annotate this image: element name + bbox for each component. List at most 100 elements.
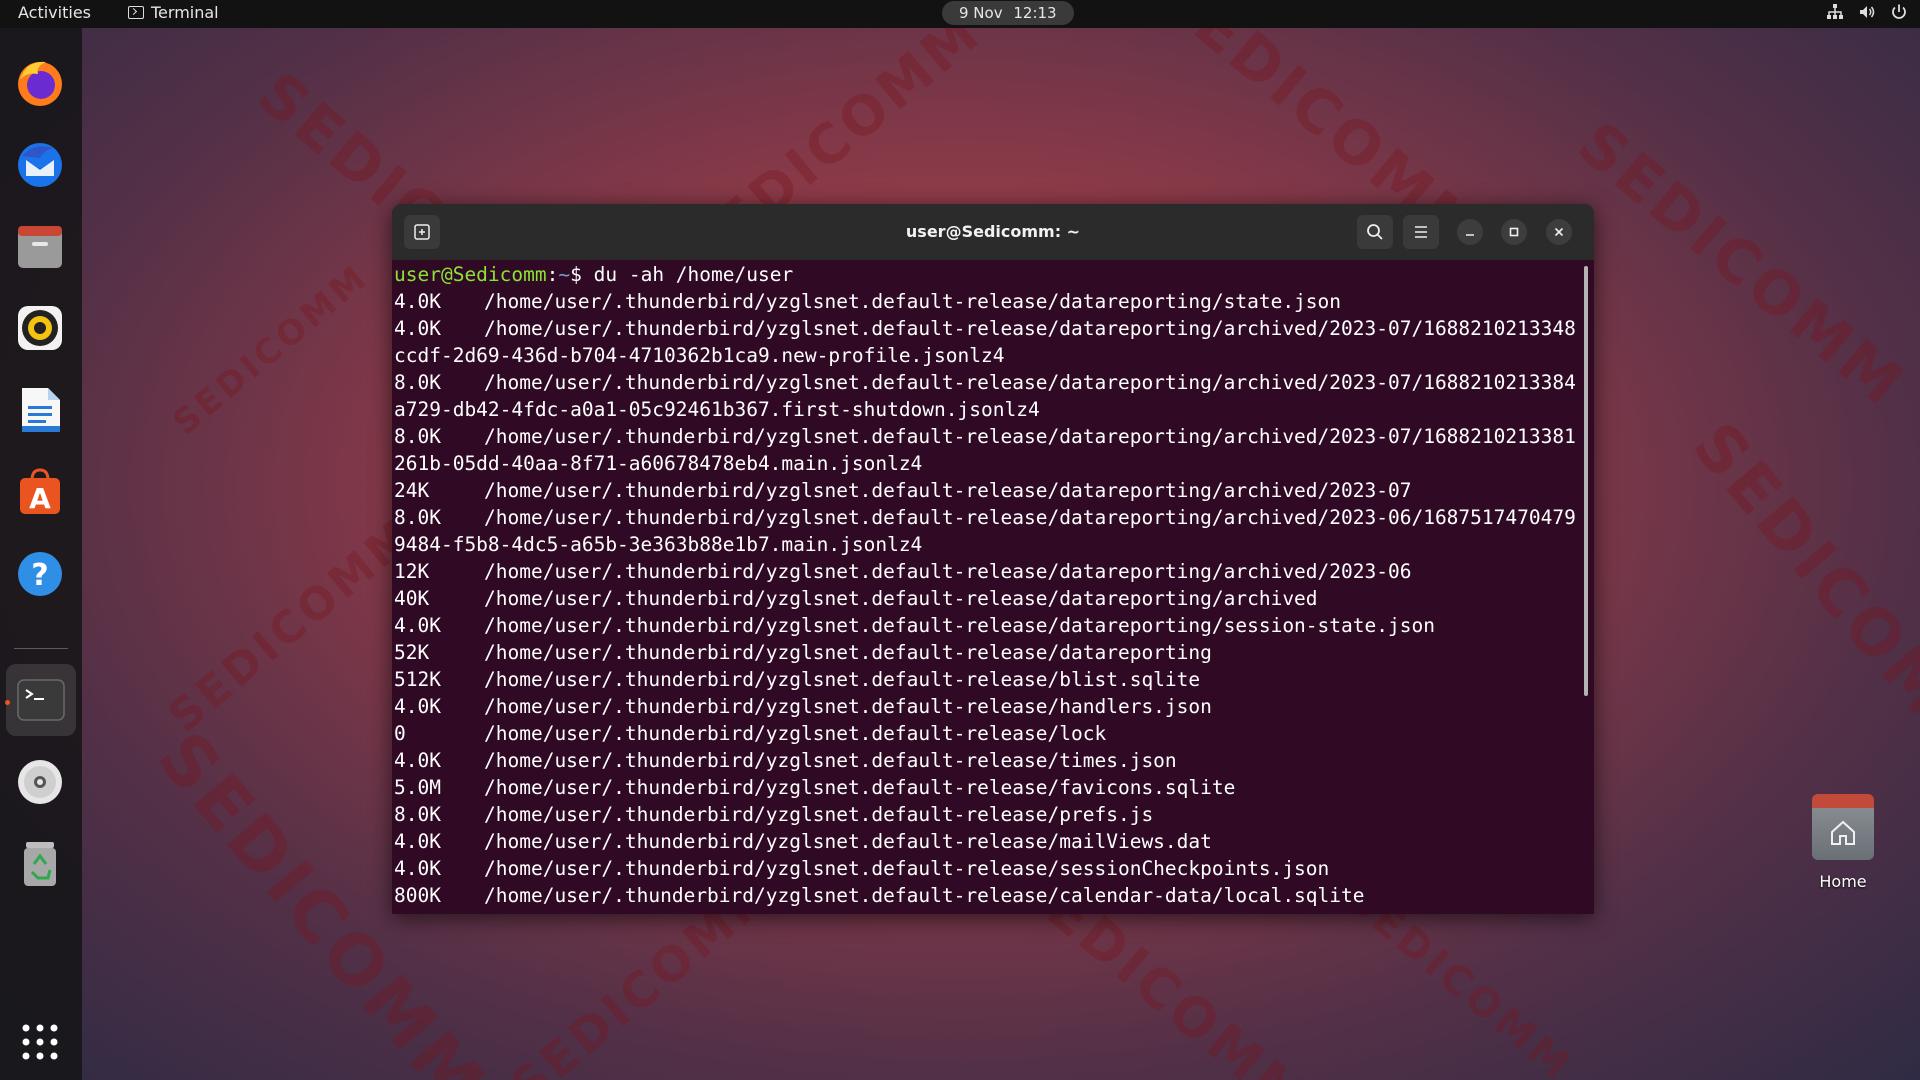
output-size: 4.0K xyxy=(394,695,441,718)
prompt-path: ~ xyxy=(558,263,571,286)
dock-help[interactable]: ? xyxy=(12,546,68,602)
terminal-icon xyxy=(17,679,65,721)
dock-rhythmbox[interactable] xyxy=(12,300,68,356)
dock-app-center[interactable]: A xyxy=(12,464,68,520)
output-line: 8.0K/home/user/.thunderbird/yzglsnet.def… xyxy=(394,504,1578,531)
output-path: ccdf-2d69-436d-b704-4710362b1ca9.new-pro… xyxy=(394,344,1005,367)
output-path: /home/user/.thunderbird/yzglsnet.default… xyxy=(484,560,1412,583)
desktop-home-folder[interactable]: Home xyxy=(1810,794,1876,891)
output-size: 512K xyxy=(394,668,441,691)
terminal-window[interactable]: user@Sedicomm: ~ user@Sedicomm:~$ du -ah… xyxy=(392,204,1594,914)
app-menu[interactable]: Terminal xyxy=(128,3,219,22)
output-size: 0 xyxy=(394,722,406,745)
wallpaper-watermark: SEDICOMM xyxy=(165,256,377,444)
terminal-mini-icon xyxy=(128,6,144,19)
help-icon: ? xyxy=(18,552,62,596)
window-titlebar[interactable]: user@Sedicomm: ~ xyxy=(392,204,1594,260)
system-tray[interactable] xyxy=(1826,3,1908,21)
output-size: 8.0K xyxy=(394,506,441,529)
prompt-user: user@Sedicomm xyxy=(394,263,547,286)
dock-show-apps[interactable] xyxy=(12,1014,68,1070)
clock[interactable]: 9 Nov 12:13 xyxy=(942,1,1074,25)
minimize-button[interactable] xyxy=(1457,219,1483,245)
output-path: /home/user/.thunderbird/yzglsnet.default… xyxy=(484,587,1318,610)
output-path: /home/user/.thunderbird/yzglsnet.default… xyxy=(484,425,1578,448)
dock-separator xyxy=(14,648,68,649)
dock-libreoffice-writer[interactable] xyxy=(12,382,68,438)
output-line: 4.0K/home/user/.thunderbird/yzglsnet.def… xyxy=(394,855,1578,882)
output-line: 8.0K/home/user/.thunderbird/yzglsnet.def… xyxy=(394,369,1578,396)
maximize-icon xyxy=(1509,227,1519,237)
output-path: /home/user/.thunderbird/yzglsnet.default… xyxy=(484,857,1330,880)
dock-thunderbird[interactable] xyxy=(12,136,68,192)
output-path: a729-db42-4fdc-a0a1-05c92461b367.first-s… xyxy=(394,398,1040,421)
output-path: 261b-05dd-40aa-8f71-a60678478eb4.main.js… xyxy=(394,452,923,475)
maximize-button[interactable] xyxy=(1501,219,1527,245)
output-line: 5.0M/home/user/.thunderbird/yzglsnet.def… xyxy=(394,774,1578,801)
prompt-symbol: $ xyxy=(570,263,582,286)
clock-time: 12:13 xyxy=(1013,4,1057,22)
output-size: 800K xyxy=(394,884,441,907)
terminal-scrollbar[interactable] xyxy=(1584,266,1588,696)
wallpaper-watermark: SEDICOMM xyxy=(1564,108,1919,422)
output-line: 4.0K/home/user/.thunderbird/yzglsnet.def… xyxy=(394,828,1578,855)
terminal-output[interactable]: user@Sedicomm:~$ du -ah /home/user 4.0K /… xyxy=(394,260,1578,914)
command-text: du -ah /home/user xyxy=(581,263,794,286)
search-icon xyxy=(1367,224,1383,240)
output-line: 4.0K/home/user/.thunderbird/yzglsnet.def… xyxy=(394,693,1578,720)
wallpaper-watermark: SEDICOMM xyxy=(159,508,425,743)
prompt-line: user@Sedicomm:~$ du -ah /home/user xyxy=(394,261,1578,288)
output-size: 40K xyxy=(394,587,430,610)
dock-firefox[interactable] xyxy=(12,54,68,110)
output-size: 4.0K xyxy=(394,317,441,340)
svg-text:?: ? xyxy=(31,558,48,593)
output-path: /home/user/.thunderbird/yzglsnet.default… xyxy=(484,830,1212,853)
output-path: /home/user/.thunderbird/yzglsnet.default… xyxy=(484,776,1236,799)
output-path: /home/user/.thunderbird/yzglsnet.default… xyxy=(484,641,1212,664)
hamburger-menu-icon xyxy=(1415,226,1427,238)
dock-disc[interactable] xyxy=(12,754,68,810)
menu-button[interactable] xyxy=(1403,215,1439,249)
rhythmbox-icon xyxy=(18,306,62,350)
output-line: 52K/home/user/.thunderbird/yzglsnet.defa… xyxy=(394,639,1578,666)
output-path: /home/user/.thunderbird/yzglsnet.default… xyxy=(484,695,1212,718)
firefox-icon xyxy=(18,61,62,106)
output-path: /home/user/.thunderbird/yzglsnet.default… xyxy=(484,479,1412,502)
output-line: 4.0K/home/user/.thunderbird/yzglsnet.def… xyxy=(394,315,1578,342)
dock-trash[interactable] xyxy=(12,836,68,892)
minimize-icon xyxy=(1466,234,1474,236)
output-path: /home/user/.thunderbird/yzglsnet.default… xyxy=(484,317,1578,340)
show-apps-icon xyxy=(22,1024,58,1060)
output-size: 4.0K xyxy=(394,290,441,313)
output-path: /home/user/.thunderbird/yzglsnet.default… xyxy=(484,614,1435,637)
output-size: 5.0M xyxy=(394,776,441,799)
output-size: 8.0K xyxy=(394,371,441,394)
trash-icon xyxy=(24,842,56,886)
app-menu-label: Terminal xyxy=(151,3,219,22)
output-line: 9484-f5b8-4dc5-a65b-3e363b88e1b7.main.js… xyxy=(394,531,1578,558)
close-icon xyxy=(1554,227,1564,237)
close-button[interactable] xyxy=(1546,219,1572,245)
output-size: 4.0K xyxy=(394,749,441,772)
output-path: /home/user/.thunderbird/yzglsnet.default… xyxy=(484,290,1342,313)
output-line: 24K/home/user/.thunderbird/yzglsnet.defa… xyxy=(394,477,1578,504)
output-line: 8.0K/home/user/.thunderbird/yzglsnet.def… xyxy=(394,801,1578,828)
output-size: 24K xyxy=(394,479,430,502)
clock-date: 9 Nov xyxy=(959,4,1003,22)
dock: A ? xyxy=(0,28,82,1080)
dock-files[interactable] xyxy=(12,218,68,274)
output-path: 9484-f5b8-4dc5-a65b-3e363b88e1b7.main.js… xyxy=(394,533,923,556)
dock-terminal[interactable] xyxy=(6,664,76,736)
wallpaper-watermark: SEDICOMM xyxy=(1678,409,1920,785)
output-size: 52K xyxy=(394,641,430,664)
output-path: /home/user/.thunderbird/yzglsnet.default… xyxy=(484,884,1365,907)
output-line: 8.0K/home/user/.thunderbird/yzglsnet.def… xyxy=(394,423,1578,450)
app-center-icon: A xyxy=(20,468,60,515)
top-bar: Activities Terminal 9 Nov 12:13 xyxy=(0,0,1920,28)
volume-icon xyxy=(1860,6,1875,18)
search-button[interactable] xyxy=(1357,215,1393,249)
home-folder-icon xyxy=(1812,794,1874,860)
activities-button[interactable]: Activities xyxy=(18,3,91,22)
output-line: ccdf-2d69-436d-b704-4710362b1ca9.new-pro… xyxy=(394,342,1578,369)
output-size: 4.0K xyxy=(394,857,441,880)
